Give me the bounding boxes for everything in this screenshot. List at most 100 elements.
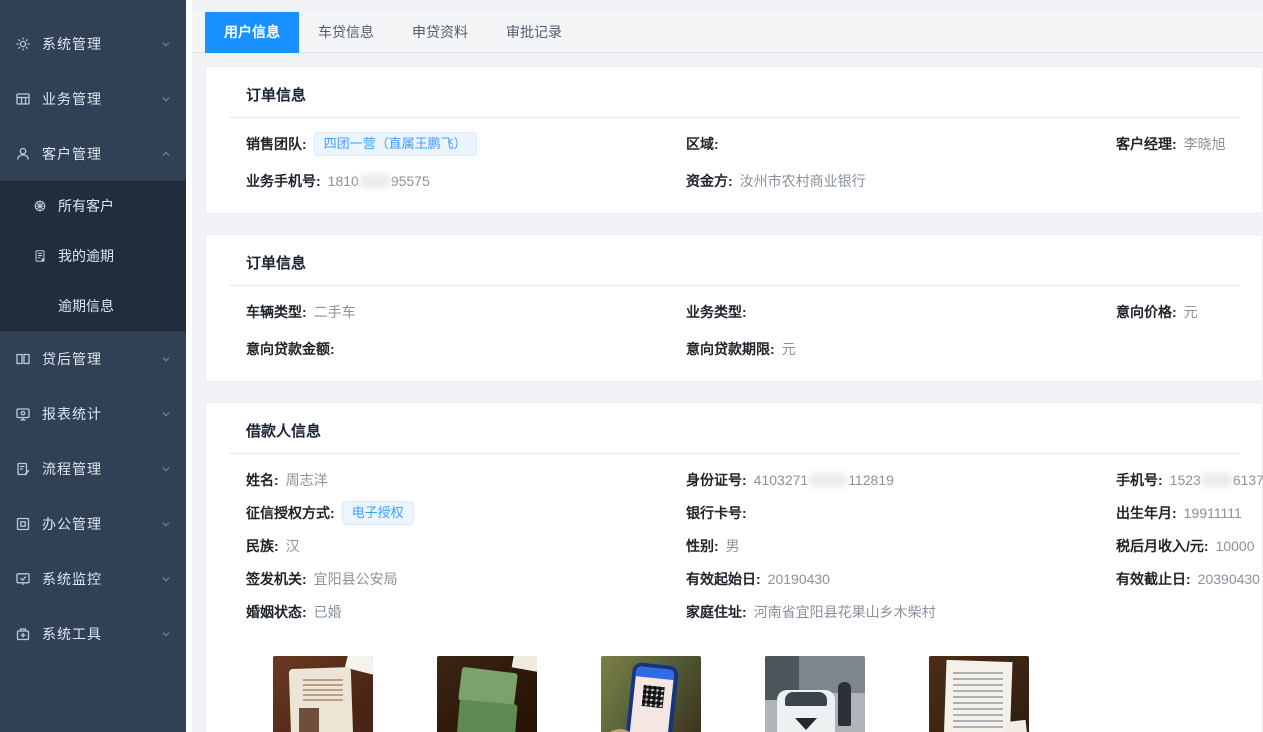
field-label: 姓名: <box>246 472 279 488</box>
sidebar-content-divider <box>186 0 192 732</box>
sidebar-item-post-loan-management[interactable]: 贷后管理 <box>0 331 186 386</box>
field-sales-team: 销售团队: 四团一营（直属王鹏飞） <box>246 132 686 156</box>
tab-user-info[interactable]: 用户信息 <box>205 12 299 53</box>
chevron-down-icon <box>160 463 172 475</box>
field-business-phone: 业务手机号:181095575 <box>246 169 686 193</box>
field-label: 资金方: <box>686 173 733 189</box>
open-book-icon <box>15 351 31 367</box>
redaction-smudge <box>1202 473 1232 487</box>
field-label: 区域: <box>686 136 719 152</box>
doc-edit-icon <box>15 461 31 477</box>
field-grid: 姓名:周志洋 身份证号:4103271112819 手机号:15236137 征… <box>206 454 1262 640</box>
field-gender: 性别:男 <box>686 534 1116 558</box>
sidebar-item-label: 逾期信息 <box>58 296 114 316</box>
nested-square-icon <box>15 516 31 532</box>
field-value: 周志洋 <box>286 472 328 488</box>
field-vehicle-type: 车辆类型:二手车 <box>246 300 686 324</box>
field-home-address: 家庭住址:河南省宜阳县花果山乡木柴村 <box>686 600 1116 624</box>
section-title: 订单信息 <box>246 255 306 272</box>
sidebar-item-label: 客户管理 <box>42 144 160 164</box>
borrower-info-card: 借款人信息 姓名:周志洋 身份证号:4103271112819 手机号:1523… <box>205 402 1263 732</box>
field-label: 意向贷款期限: <box>686 341 775 357</box>
order-info-card-1: 订单信息 销售团队: 四团一营（直属王鹏飞） 区域: 客户经理: 李晓旭 业务手机号… <box>205 66 1263 214</box>
id-card-photo[interactable]: 身份证 <box>273 656 373 732</box>
field-value: 181095575 <box>328 173 430 189</box>
person-car-thumbnail[interactable] <box>765 656 865 732</box>
field-value: 汉 <box>286 538 300 554</box>
field-bank-card: 银行卡号: <box>686 501 1116 525</box>
field-label: 销售团队: <box>246 136 307 152</box>
sidebar-item-my-overdue[interactable]: 我的逾期 <box>0 231 186 281</box>
chevron-down-icon <box>160 573 172 585</box>
field-empty <box>1116 600 1263 624</box>
field-grid: 销售团队: 四团一营（直属王鹏飞） 区域: 客户经理: 李晓旭 业务手机号:1810… <box>206 118 1262 213</box>
field-label: 意向价格: <box>1116 304 1177 320</box>
field-label: 性别: <box>686 538 719 554</box>
document-photos: 身份证 驾驶证正面 征信授权 <box>206 640 1262 732</box>
field-label: 银行卡号: <box>686 505 747 521</box>
field-label: 身份证号: <box>686 472 747 488</box>
tab-loan-application-docs[interactable]: 申贷资料 <box>393 12 487 53</box>
sidebar-item-label: 系统监控 <box>42 569 160 589</box>
sidebar-item-label: 所有客户 <box>58 196 114 216</box>
sidebar-item-system-management[interactable]: 系统管理 <box>0 16 186 71</box>
credit-auth-tag[interactable]: 电子授权 <box>342 501 414 525</box>
field-label: 征信授权方式: <box>246 505 335 521</box>
field-id-number: 身份证号: 4103271112819 <box>686 468 1116 492</box>
sidebar-item-customer-management[interactable]: 客户管理 <box>0 126 186 181</box>
field-value: 二手车 <box>314 304 356 320</box>
sidebar-item-office-management[interactable]: 办公管理 <box>0 496 186 551</box>
field-valid-from: 有效起始日:20190430 <box>686 567 1116 591</box>
qr-auth-phone-photo[interactable]: 征信授权 <box>601 656 701 732</box>
sidebar-item-process-management[interactable]: 流程管理 <box>0 441 186 496</box>
license-booklet-thumbnail[interactable] <box>437 656 537 732</box>
sidebar-submenu-customer: 所有客户 我的逾期 逾期信息 <box>0 181 186 331</box>
chevron-down-icon <box>160 408 172 420</box>
person-car-photo[interactable]: 人车合影 <box>765 656 865 732</box>
sidebar-item-report-statistics[interactable]: 报表统计 <box>0 386 186 441</box>
field-value: 元 <box>1184 304 1198 320</box>
id-card-photo-thumbnail[interactable] <box>273 656 373 732</box>
sales-team-tag[interactable]: 四团一营（直属王鹏飞） <box>314 132 477 156</box>
field-issuing-authority: 签发机关:宜阳县公安局 <box>246 567 686 591</box>
field-label: 有效截止日: <box>1116 571 1191 587</box>
tab-car-loan-info[interactable]: 车贷信息 <box>299 12 393 53</box>
field-value: 19911111 <box>1184 505 1242 521</box>
field-value: 李晓旭 <box>1184 136 1226 152</box>
tab-approval-records[interactable]: 审批记录 <box>487 12 581 53</box>
field-value: 20190430 <box>768 571 830 587</box>
monitor-check-icon <box>15 571 31 587</box>
field-monthly-income: 税后月收入/元:10000 <box>1116 534 1263 558</box>
field-empty <box>1116 337 1252 361</box>
section-title: 借款人信息 <box>246 423 321 440</box>
sidebar-item-overdue-info[interactable]: 逾期信息 <box>0 281 186 331</box>
sidebar-item-business-management[interactable]: 业务管理 <box>0 71 186 126</box>
handwritten-doc-thumbnail[interactable] <box>929 656 1029 732</box>
sidebar-item-all-customers[interactable]: 所有客户 <box>0 181 186 231</box>
sidebar-item-system-tools[interactable]: 系统工具 <box>0 606 186 661</box>
field-intended-price: 意向价格: 元 <box>1116 300 1252 324</box>
chevron-down-icon <box>160 518 172 530</box>
field-intended-loan-amount: 意向贷款金额: <box>246 337 686 361</box>
qr-auth-phone-thumbnail[interactable] <box>601 656 701 732</box>
field-value: 20390430 <box>1198 571 1260 587</box>
field-value: 4103271112819 <box>754 472 894 488</box>
chevron-down-icon <box>160 628 172 640</box>
sidebar-item-label: 办公管理 <box>42 514 160 534</box>
notebook-icon <box>33 249 47 263</box>
sidebar-item-label: 系统工具 <box>42 624 160 644</box>
monitor-icon <box>15 406 31 422</box>
license-booklet-photo[interactable]: 驾驶证正面 <box>437 656 537 732</box>
tab-bar: 用户信息 车贷信息 申贷资料 审批记录 <box>192 12 1263 53</box>
field-label: 签发机关: <box>246 571 307 587</box>
sidebar-item-label: 我的逾期 <box>58 246 114 266</box>
field-funder: 资金方:汝州市农村商业银行 <box>686 169 1116 193</box>
chevron-down-icon <box>160 353 172 365</box>
field-label: 客户经理: <box>1116 136 1177 152</box>
section-title: 订单信息 <box>246 87 306 104</box>
sidebar-item-label: 贷后管理 <box>42 349 160 369</box>
field-region: 区域: <box>686 132 1116 156</box>
grid-icon <box>15 91 31 107</box>
handwritten-doc-photo[interactable]: 其他材料 <box>929 656 1029 732</box>
sidebar-item-system-monitor[interactable]: 系统监控 <box>0 551 186 606</box>
